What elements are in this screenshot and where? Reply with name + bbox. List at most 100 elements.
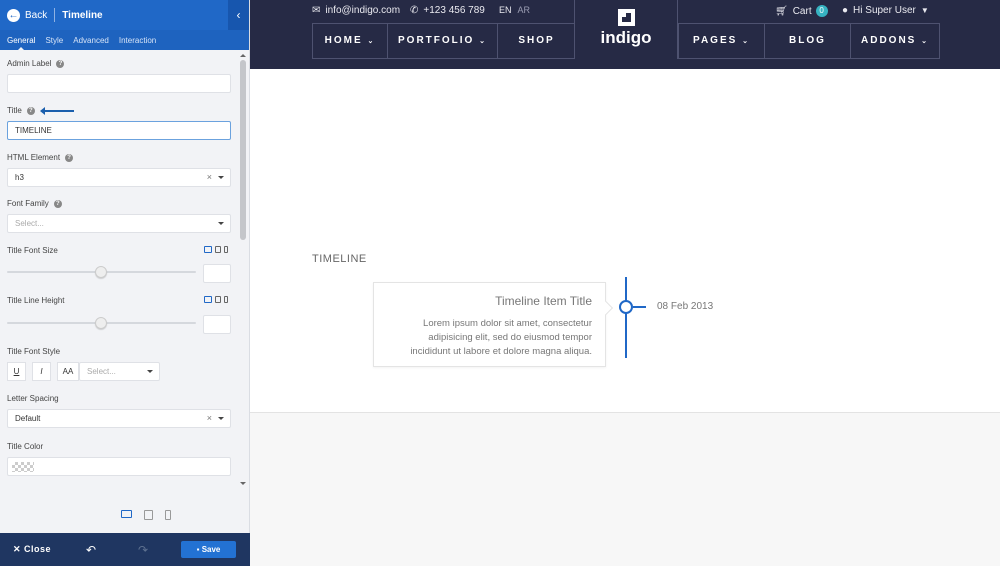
chevron-left-icon: ‹: [236, 8, 241, 22]
save-button[interactable]: ▪ Save: [181, 541, 236, 558]
tablet-icon[interactable]: [215, 296, 221, 303]
title-font-size-label: Title Font Size: [7, 246, 58, 255]
font-weight-select[interactable]: Select...: [79, 362, 160, 381]
letter-spacing-field: Letter Spacing Default ×: [7, 394, 231, 428]
scrollbar-thumb[interactable]: [240, 60, 246, 240]
timeline-connector: [633, 306, 646, 308]
help-icon[interactable]: ?: [56, 59, 65, 68]
menu-item-portfolio[interactable]: PORTFOLIO ⌄: [388, 24, 498, 58]
title-font-size-input[interactable]: [203, 264, 231, 283]
lang-ar[interactable]: AR: [518, 5, 531, 15]
title-font-style-label: Title Font Style: [7, 347, 61, 356]
title-font-size-field: Title Font Size: [7, 246, 231, 286]
tab-style[interactable]: Style: [40, 36, 68, 50]
desktop-icon[interactable]: [204, 296, 212, 303]
tab-advanced[interactable]: Advanced: [68, 36, 114, 50]
desktop-icon[interactable]: [204, 246, 212, 253]
tablet-icon[interactable]: [215, 246, 221, 253]
title-line-height-input[interactable]: [203, 315, 231, 334]
language-switcher: EN AR: [499, 5, 530, 15]
slider-handle[interactable]: [95, 317, 107, 329]
contact-email[interactable]: ✉ info@indigo.com: [312, 5, 400, 16]
mobile-icon[interactable]: [224, 296, 228, 303]
title-font-style-field: Title Font Style U I AA Select...: [7, 347, 231, 381]
menu-label: PORTFOLIO: [398, 35, 475, 46]
cart-count-badge: 0: [815, 5, 828, 17]
menu-item-blog[interactable]: BLOG: [765, 24, 851, 58]
phone-icon: ✆: [410, 5, 419, 16]
panel-footer: ✕ Close ↶ ↷ ▪ Save: [0, 533, 250, 566]
collapse-panel-button[interactable]: ‹: [228, 0, 249, 30]
timeline-item-card: Timeline Item Title Lorem ipsum dolor si…: [373, 282, 606, 367]
admin-label-input[interactable]: [7, 74, 231, 93]
slider-handle[interactable]: [95, 266, 107, 278]
menu-label: SHOP: [518, 35, 555, 46]
italic-button[interactable]: I: [32, 362, 51, 381]
lower-section: [250, 413, 1000, 566]
font-family-label: Font Family?: [7, 199, 231, 208]
caret-down-icon: [218, 417, 224, 420]
title-input[interactable]: TIMELINE: [7, 121, 231, 140]
cart-link[interactable]: 🛒︎ Cart 0: [775, 5, 828, 17]
chevron-down-icon: ⌄: [479, 38, 487, 45]
mail-icon: ✉: [312, 5, 321, 16]
font-family-field: Font Family? Select...: [7, 199, 231, 233]
help-icon[interactable]: ?: [26, 106, 35, 115]
close-button[interactable]: ✕ Close: [13, 544, 51, 555]
phone-text: +123 456 789: [423, 5, 485, 16]
admin-label-text: Admin Label: [7, 59, 52, 68]
title-color-picker[interactable]: [7, 457, 231, 476]
letter-spacing-select[interactable]: Default ×: [7, 409, 231, 428]
menu-item-pages[interactable]: PAGES ⌄: [679, 24, 765, 58]
letter-spacing-value: Default: [15, 414, 41, 423]
chevron-down-icon: ⌄: [367, 38, 376, 45]
cart-icon: 🛒︎: [775, 5, 788, 17]
help-icon[interactable]: ?: [65, 153, 74, 162]
logo-text: indigo: [600, 28, 652, 47]
device-switcher: [204, 246, 228, 253]
menu-item-shop[interactable]: SHOP: [498, 24, 575, 58]
site-logo[interactable]: indigo: [574, 0, 678, 59]
timeline-item-title: Timeline Item Title: [495, 294, 592, 308]
tablet-preview-icon[interactable]: [144, 510, 153, 520]
scroll-down-icon[interactable]: [240, 482, 246, 485]
font-family-label-text: Font Family: [7, 199, 49, 208]
underline-button[interactable]: U: [7, 362, 26, 381]
html-element-value: h3: [15, 173, 24, 182]
html-element-select[interactable]: h3 ×: [7, 168, 231, 187]
menu-label: HOME: [324, 35, 363, 46]
user-menu[interactable]: ● Hi Super User ▼: [842, 5, 929, 16]
panel-title: Timeline: [62, 9, 103, 21]
redo-icon[interactable]: ↷: [138, 543, 148, 557]
close-icon: ✕: [13, 544, 25, 554]
device-switcher: [204, 296, 228, 303]
caret-down-icon: [218, 222, 224, 225]
scroll-up-icon[interactable]: [240, 54, 246, 57]
logo-mark-icon: [617, 9, 635, 26]
font-weight-placeholder: Select...: [87, 367, 116, 376]
clear-icon[interactable]: ×: [207, 410, 212, 427]
font-family-select[interactable]: Select...: [7, 214, 231, 233]
title-color-label: Title Color: [7, 442, 44, 451]
transparent-swatch-icon: [12, 462, 34, 472]
desktop-preview-icon[interactable]: [121, 510, 132, 518]
menu-item-home[interactable]: HOME ⌄: [313, 24, 388, 58]
back-arrow-icon: ←: [7, 8, 20, 22]
help-icon[interactable]: ?: [53, 199, 62, 208]
undo-icon[interactable]: ↶: [86, 543, 96, 557]
uppercase-button[interactable]: AA: [57, 362, 79, 381]
tab-general[interactable]: General: [2, 36, 40, 50]
font-family-placeholder: Select...: [15, 219, 44, 228]
back-button[interactable]: ← Back: [0, 8, 47, 22]
html-element-field: HTML Element? h3 ×: [7, 153, 231, 187]
menu-item-addons[interactable]: ADDONS ⌄: [851, 24, 939, 58]
tab-interaction[interactable]: Interaction: [114, 36, 161, 50]
mobile-icon[interactable]: [224, 246, 228, 253]
contact-phone[interactable]: ✆ +123 456 789: [410, 5, 485, 16]
mobile-preview-icon[interactable]: [165, 510, 171, 520]
user-label: Hi Super User: [853, 5, 916, 16]
site-header: ✉ info@indigo.com ✆ +123 456 789 EN AR 🛒︎ C…: [250, 0, 1000, 69]
panel-scrollbar[interactable]: [238, 54, 247, 485]
lang-en[interactable]: EN: [499, 5, 512, 15]
clear-icon[interactable]: ×: [207, 169, 212, 186]
